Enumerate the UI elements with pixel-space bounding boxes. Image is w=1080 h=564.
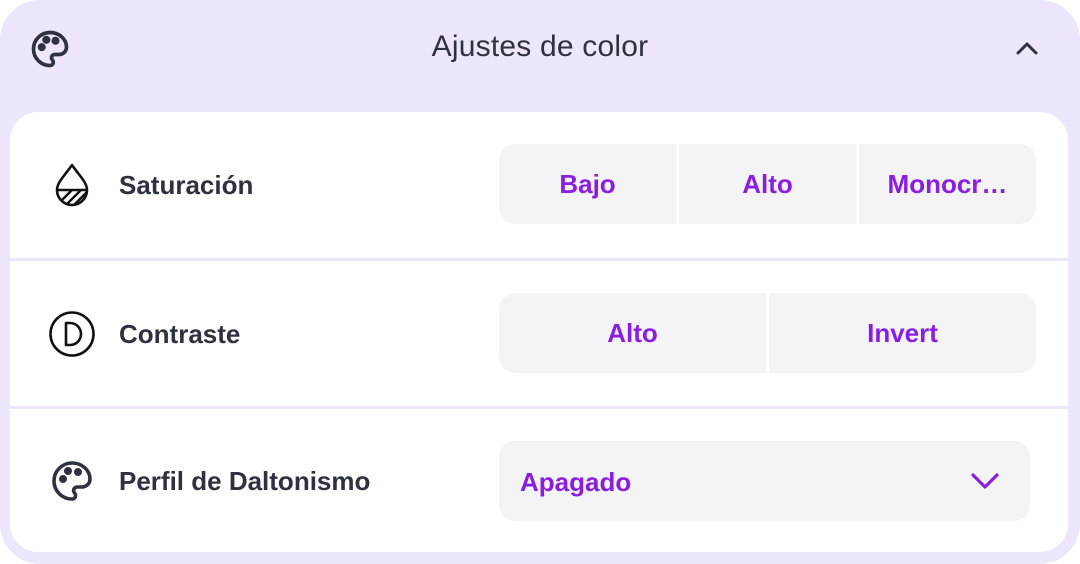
- color-settings-panel: Ajustes de color Saturación Bajo Alto Mo…: [0, 0, 1080, 564]
- contrast-label: Contraste: [119, 319, 241, 349]
- colorblind-select[interactable]: Apagado: [499, 441, 1030, 521]
- contrast-option-invert[interactable]: Invert: [769, 293, 1036, 373]
- chevron-down-icon: [971, 473, 999, 489]
- settings-card: Saturación Bajo Alto Monocr… Contraste A…: [10, 112, 1068, 552]
- chevron-up-icon[interactable]: [1012, 34, 1042, 64]
- contrast-icon: [49, 311, 95, 357]
- saturation-option-low[interactable]: Bajo: [499, 144, 676, 224]
- colorblind-selected-value: Apagado: [520, 467, 632, 497]
- saturation-options: Bajo Alto Monocr…: [499, 144, 1036, 224]
- contrast-options: Alto Invert: [499, 293, 1036, 373]
- colorblind-row: Perfil de Daltonismo Apagado: [10, 409, 1068, 552]
- saturation-row: Saturación Bajo Alto Monocr…: [10, 112, 1068, 258]
- droplet-icon: [55, 163, 89, 207]
- saturation-option-monochrome[interactable]: Monocr…: [859, 144, 1036, 224]
- panel-header[interactable]: Ajustes de color: [0, 0, 1080, 96]
- contrast-option-high[interactable]: Alto: [499, 293, 766, 373]
- panel-title: Ajustes de color: [431, 30, 649, 63]
- saturation-option-high[interactable]: Alto: [679, 144, 856, 224]
- palette-icon: [52, 461, 92, 501]
- saturation-label: Saturación: [119, 170, 254, 200]
- contrast-row: Contraste Alto Invert: [10, 261, 1068, 406]
- colorblind-label: Perfil de Daltonismo: [119, 466, 371, 496]
